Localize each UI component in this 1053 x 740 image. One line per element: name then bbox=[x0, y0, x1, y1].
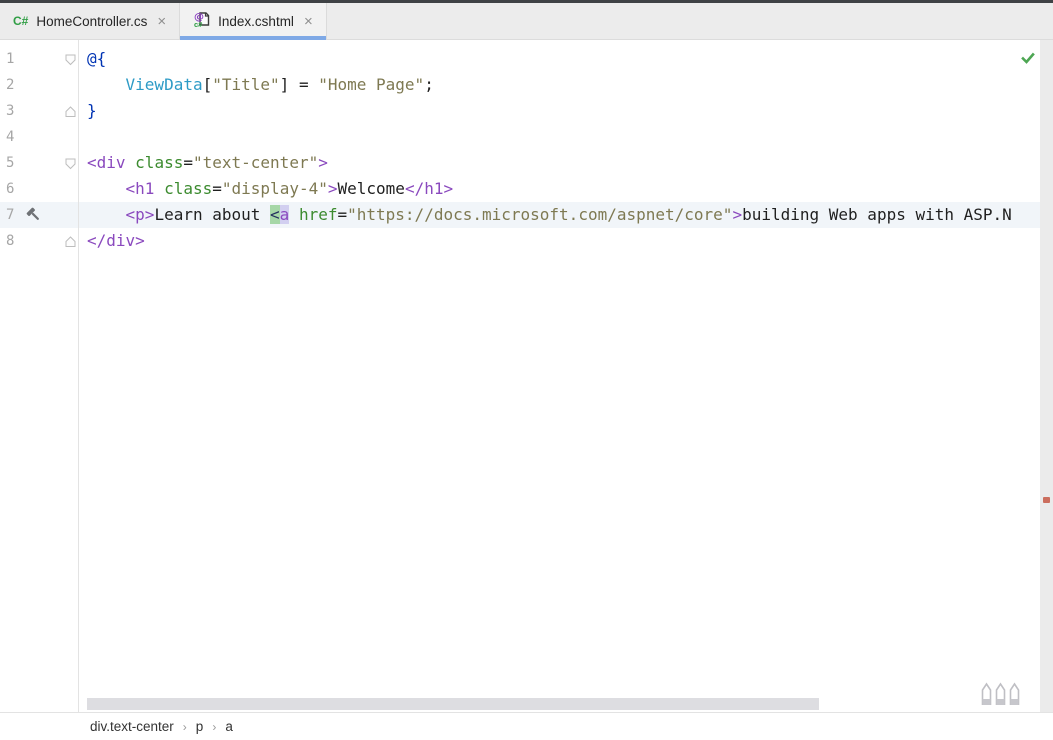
gutter-row: 3 bbox=[0, 98, 78, 124]
code-token bbox=[87, 205, 126, 224]
code-token bbox=[87, 179, 126, 198]
tab-label: HomeController.cs bbox=[36, 14, 147, 29]
fold-up-icon[interactable] bbox=[65, 235, 76, 253]
fold-down-icon[interactable] bbox=[65, 53, 76, 71]
code-token: <div bbox=[87, 153, 126, 172]
editor-gutter: 1 2 3 4 5 6 7 8 bbox=[0, 40, 79, 712]
code-line[interactable] bbox=[79, 124, 1040, 150]
code-token: class bbox=[164, 179, 212, 198]
code-token: ViewData bbox=[126, 75, 203, 94]
code-editor[interactable]: @{ ViewData["Title"] = "Home Page";} <div… bbox=[79, 40, 1040, 712]
close-icon[interactable]: × bbox=[304, 14, 313, 29]
three-pencils-icon bbox=[981, 681, 1021, 711]
svg-text:c#: c# bbox=[194, 20, 203, 28]
code-token: building Web apps with ASP.N bbox=[742, 205, 1012, 224]
code-token: } bbox=[87, 101, 97, 120]
csharp-file-icon: C# bbox=[13, 14, 28, 28]
code-token: "Home Page" bbox=[318, 75, 424, 94]
code-token: < bbox=[270, 205, 280, 224]
horizontal-scrollbar[interactable] bbox=[87, 698, 1040, 710]
fold-up-icon[interactable] bbox=[65, 105, 76, 123]
breadcrumb-item[interactable]: div.text-center bbox=[90, 719, 174, 734]
gutter-row: 2 bbox=[0, 72, 78, 98]
code-token: ; bbox=[424, 75, 434, 94]
breadcrumb-separator: › bbox=[183, 720, 187, 734]
code-token: "Title" bbox=[212, 75, 279, 94]
code-line[interactable]: ViewData["Title"] = "Home Page"; bbox=[79, 72, 1040, 98]
code-token bbox=[154, 179, 164, 198]
horizontal-scrollbar-thumb[interactable] bbox=[87, 698, 819, 710]
code-token: ] bbox=[280, 75, 290, 94]
cshtml-file-icon: @ c# bbox=[193, 11, 210, 31]
line-number[interactable]: 1 bbox=[6, 51, 14, 67]
hammer-intention-icon[interactable] bbox=[26, 207, 42, 228]
line-number[interactable]: 3 bbox=[6, 103, 14, 119]
editor-area: 1 2 3 4 5 6 7 8 @{ ViewData["Title"] = "Home Pa… bbox=[0, 40, 1053, 712]
code-token: </div> bbox=[87, 231, 145, 250]
gutter-row: 1 bbox=[0, 46, 78, 72]
code-line[interactable]: <h1 class="display-4">Welcome</h1> bbox=[79, 176, 1040, 202]
close-icon[interactable]: × bbox=[157, 14, 166, 29]
code-token bbox=[87, 75, 126, 94]
code-token: href bbox=[299, 205, 338, 224]
code-token: > bbox=[318, 153, 328, 172]
code-token: > bbox=[328, 179, 338, 198]
code-token: = bbox=[212, 179, 222, 198]
tab-index-cshtml[interactable]: @ c# Index.cshtml × bbox=[180, 3, 327, 39]
code-token bbox=[126, 153, 136, 172]
breadcrumb-item[interactable]: a bbox=[225, 719, 233, 734]
line-number[interactable]: 4 bbox=[6, 129, 14, 145]
code-line[interactable]: <div class="text-center"> bbox=[79, 150, 1040, 176]
gutter-row: 8 bbox=[0, 228, 78, 254]
code-token: = bbox=[337, 205, 347, 224]
code-token: Welcome bbox=[338, 179, 405, 198]
line-number[interactable]: 2 bbox=[6, 77, 14, 93]
code-token: [ bbox=[203, 75, 213, 94]
gutter-row: 5 bbox=[0, 150, 78, 176]
code-token: = bbox=[183, 153, 193, 172]
gutter-row: 7 bbox=[0, 202, 78, 228]
code-token: <h1 bbox=[126, 179, 155, 198]
ide-window: C# HomeController.cs × @ c# Index.cshtml… bbox=[0, 0, 1053, 740]
code-token bbox=[289, 205, 299, 224]
code-token: </h1> bbox=[405, 179, 453, 198]
code-line[interactable]: </div> bbox=[79, 228, 1040, 254]
analysis-stripe[interactable] bbox=[1040, 40, 1053, 712]
editor-tab-bar: C# HomeController.cs × @ c# Index.cshtml… bbox=[0, 3, 1053, 40]
breadcrumb: div.text-center › p › a bbox=[0, 712, 1053, 740]
breadcrumb-item[interactable]: p bbox=[196, 719, 204, 734]
code-token: "text-center" bbox=[193, 153, 318, 172]
tab-homecontroller[interactable]: C# HomeController.cs × bbox=[0, 3, 180, 39]
breadcrumb-separator: › bbox=[212, 720, 216, 734]
code-token: class bbox=[135, 153, 183, 172]
no-problems-check-icon bbox=[1020, 50, 1036, 66]
tab-label: Index.cshtml bbox=[218, 14, 294, 29]
gutter-row: 4 bbox=[0, 124, 78, 150]
code-line[interactable]: @{ bbox=[79, 46, 1040, 72]
code-token: a bbox=[280, 205, 290, 224]
gutter-row: 6 bbox=[0, 176, 78, 202]
code-token: > bbox=[732, 205, 742, 224]
line-number[interactable]: 6 bbox=[6, 181, 14, 197]
inspection-status-widget[interactable] bbox=[1017, 47, 1039, 69]
line-number[interactable]: 7 bbox=[6, 207, 14, 223]
analysis-marker bbox=[1043, 497, 1050, 503]
line-number[interactable]: 8 bbox=[6, 233, 14, 249]
code-token: "display-4" bbox=[222, 179, 328, 198]
code-token: = bbox=[289, 75, 318, 94]
fold-down-icon[interactable] bbox=[65, 157, 76, 175]
code-token: <p> bbox=[126, 205, 155, 224]
code-line[interactable]: } bbox=[79, 98, 1040, 124]
line-number[interactable]: 5 bbox=[6, 155, 14, 171]
code-token: "https://docs.microsoft.com/aspnet/core" bbox=[347, 205, 732, 224]
code-token: Learn about bbox=[154, 205, 270, 224]
code-line[interactable]: <p>Learn about <a href="https://docs.mic… bbox=[79, 202, 1040, 228]
code-token: @{ bbox=[87, 49, 106, 68]
